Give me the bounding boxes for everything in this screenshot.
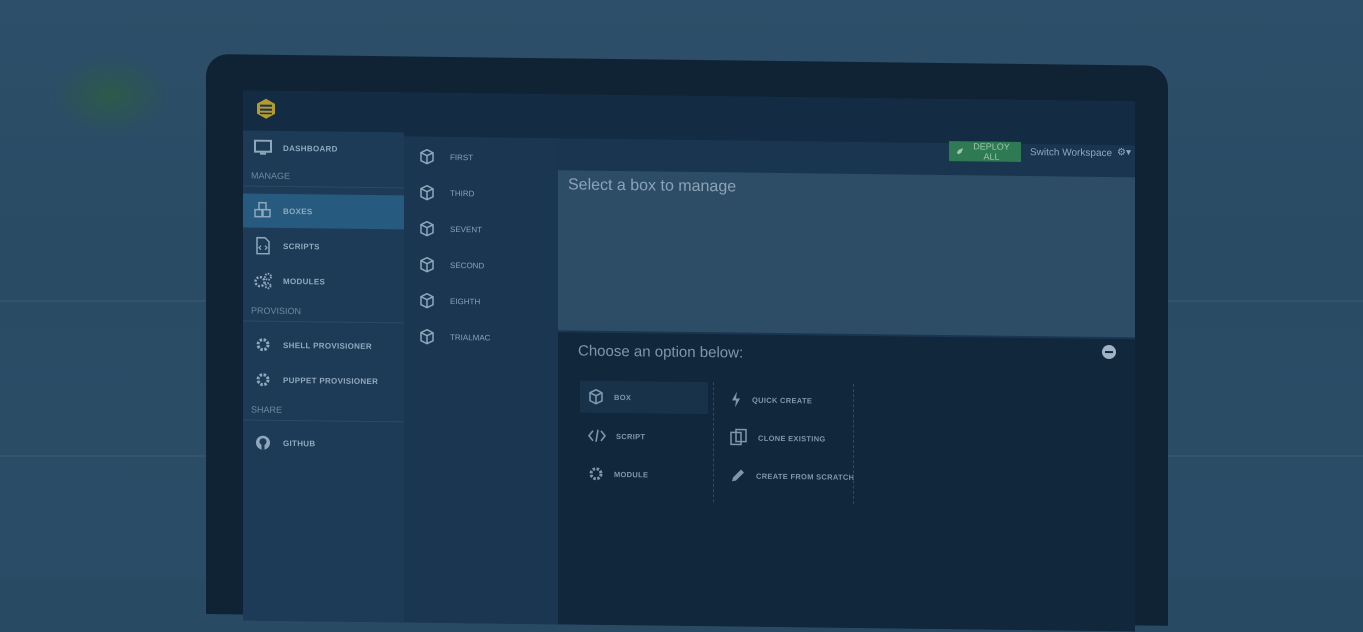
- sidebar-item-label: SCRIPTS: [283, 241, 320, 251]
- main-content: Select a box to manage Choose an option …: [558, 146, 1135, 632]
- box-list: FIRST THIRD SEVENT SECOND EIGHTH TRIALMA…: [404, 136, 558, 632]
- box-name: EIGHTH: [450, 296, 481, 306]
- box-name: THIRD: [450, 188, 475, 198]
- box-name: FIRST: [450, 152, 474, 162]
- cube-icon: [588, 388, 604, 405]
- option-label: BOX: [614, 392, 632, 402]
- page-title: Select a box to manage: [568, 176, 737, 196]
- sidebar-item-label: BOXES: [283, 206, 313, 216]
- list-item[interactable]: TRIALMAC: [404, 321, 558, 353]
- sidebar-item-shell-provisioner[interactable]: SHELL PROVISIONER: [243, 327, 404, 363]
- gear-icon: [243, 371, 283, 387]
- option-clone-existing[interactable]: CLONE EXISTING: [730, 424, 826, 451]
- sidebar: DASHBOARD MANAGE BOXES SCRIPTS MODULES P…: [243, 130, 404, 632]
- divider: [243, 419, 404, 423]
- monitor-icon: [243, 139, 283, 155]
- sidebar-item-boxes[interactable]: BOXES: [243, 193, 404, 230]
- sidebar-item-scripts[interactable]: SCRIPTS: [243, 228, 404, 264]
- option-box[interactable]: BOX: [580, 380, 708, 415]
- box-name: SECOND: [450, 260, 485, 270]
- option-label: CREATE FROM SCRATCH: [756, 471, 855, 482]
- list-item[interactable]: EIGHTH: [404, 285, 558, 317]
- sidebar-item-puppet-provisioner[interactable]: PUPPET PROVISIONER: [243, 362, 404, 398]
- divider: [243, 185, 404, 189]
- manage-panel: Select a box to manage: [558, 170, 1135, 338]
- sidebar-heading-manage: MANAGE: [251, 170, 291, 182]
- list-item[interactable]: SEVENT: [404, 213, 558, 245]
- option-label: MODULE: [614, 469, 649, 479]
- option-create-from-scratch[interactable]: CREATE FROM SCRATCH: [730, 462, 854, 490]
- cube-icon: [404, 220, 450, 237]
- cube-icon: [404, 292, 450, 309]
- cubes-icon: [243, 201, 283, 219]
- gears-icon: [243, 271, 283, 290]
- option-panel-title: Choose an option below:: [578, 342, 744, 362]
- option-label: CLONE EXISTING: [758, 433, 826, 444]
- option-quick-create[interactable]: QUICK CREATE: [730, 386, 812, 413]
- sidebar-item-label: MODULES: [283, 276, 326, 286]
- sidebar-item-label: PUPPET PROVISIONER: [283, 375, 379, 386]
- sidebar-item-modules[interactable]: MODULES: [243, 263, 404, 299]
- cube-icon: [404, 148, 450, 165]
- pencil-icon: [730, 467, 746, 483]
- sidebar-item-github[interactable]: GITHUB: [243, 425, 404, 461]
- sidebar-item-label: GITHUB: [283, 438, 316, 448]
- sidebar-item-label: SHELL PROVISIONER: [283, 340, 372, 351]
- bolt-icon: [730, 390, 742, 408]
- copy-icon: [730, 428, 748, 446]
- cube-icon: [404, 256, 450, 273]
- list-item[interactable]: THIRD: [404, 177, 558, 209]
- collapse-button[interactable]: [1102, 344, 1116, 360]
- divider: [853, 383, 854, 504]
- list-item[interactable]: FIRST: [404, 141, 558, 173]
- divider: [713, 382, 714, 503]
- gear-icon: [588, 466, 604, 482]
- file-code-icon: [243, 236, 283, 255]
- sidebar-item-dashboard[interactable]: DASHBOARD: [243, 130, 404, 166]
- sidebar-heading-share: SHARE: [251, 404, 283, 415]
- monitor-frame: DASHBOARD MANAGE BOXES SCRIPTS MODULES P…: [206, 54, 1168, 632]
- cube-icon: [404, 328, 450, 345]
- sidebar-heading-provision: PROVISION: [251, 305, 302, 317]
- option-script[interactable]: SCRIPT: [588, 423, 645, 450]
- box-name: TRIALMAC: [450, 332, 491, 342]
- box-name: SEVENT: [450, 224, 483, 234]
- sidebar-item-label: DASHBOARD: [283, 143, 338, 154]
- option-label: QUICK CREATE: [752, 395, 813, 405]
- option-panel: Choose an option below: BOX SCRIPT MODUL…: [558, 332, 1135, 632]
- option-module[interactable]: MODULE: [588, 461, 648, 488]
- app-screen: DASHBOARD MANAGE BOXES SCRIPTS MODULES P…: [243, 90, 1135, 632]
- gear-icon: [243, 336, 283, 352]
- divider: [243, 320, 404, 324]
- minus-icon: [1105, 350, 1113, 354]
- list-item[interactable]: SECOND: [404, 249, 558, 281]
- github-icon: [243, 434, 283, 450]
- app-logo-icon[interactable]: [255, 98, 277, 120]
- cube-icon: [404, 184, 450, 201]
- code-icon: [588, 429, 606, 443]
- option-label: SCRIPT: [616, 431, 646, 441]
